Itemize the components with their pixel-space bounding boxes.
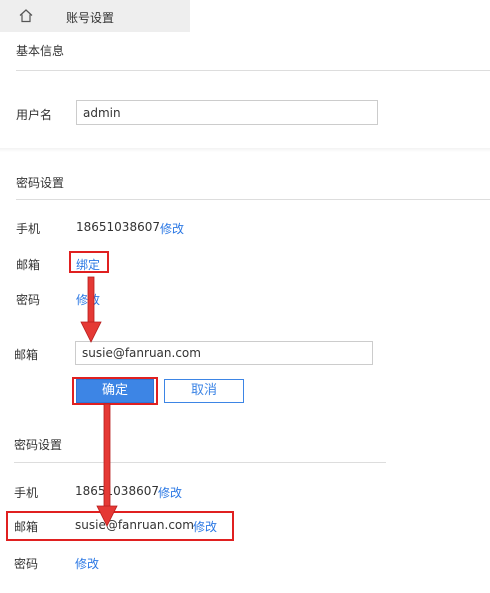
phone-edit-link-2[interactable]: 修改: [158, 484, 182, 501]
username-field[interactable]: [76, 100, 378, 125]
password-settings-title: 密码设置: [16, 176, 65, 190]
phone-label: 手机: [16, 222, 41, 236]
tab-title-account-settings[interactable]: 账号设置: [66, 9, 114, 26]
username-label: 用户名: [16, 108, 53, 122]
divider: [14, 462, 386, 463]
home-icon[interactable]: [18, 8, 34, 24]
email-label: 邮箱: [16, 258, 41, 272]
phone-value-2: 18651038607: [75, 484, 159, 498]
email-edit-link-2[interactable]: 修改: [193, 518, 217, 535]
bind-email-input[interactable]: [75, 341, 373, 365]
cancel-button[interactable]: 取消: [164, 379, 244, 403]
confirm-button[interactable]: 确定: [76, 379, 154, 403]
phone-label-2: 手机: [14, 486, 39, 500]
password-edit-link-2[interactable]: 修改: [75, 555, 99, 572]
divider: [16, 70, 490, 71]
arrow-down-icon: [96, 403, 118, 527]
password-settings-title-2: 密码设置: [14, 438, 63, 452]
arrow-down-icon: [80, 276, 102, 343]
password-label: 密码: [16, 293, 41, 307]
phone-edit-link[interactable]: 修改: [160, 220, 184, 237]
section-separator: [0, 148, 490, 152]
email-value-2: susie@fanruan.com: [75, 518, 194, 532]
password-label-2: 密码: [14, 557, 39, 571]
annotation-arrows: [80, 276, 118, 527]
password-edit-link[interactable]: 修改: [76, 291, 100, 308]
email-bind-link[interactable]: 绑定: [76, 256, 100, 273]
basic-info-title: 基本信息: [16, 44, 65, 58]
bind-email-label: 邮箱: [14, 348, 39, 362]
divider: [16, 199, 490, 200]
email-label-2: 邮箱: [14, 520, 39, 534]
phone-value: 18651038607: [76, 220, 160, 234]
